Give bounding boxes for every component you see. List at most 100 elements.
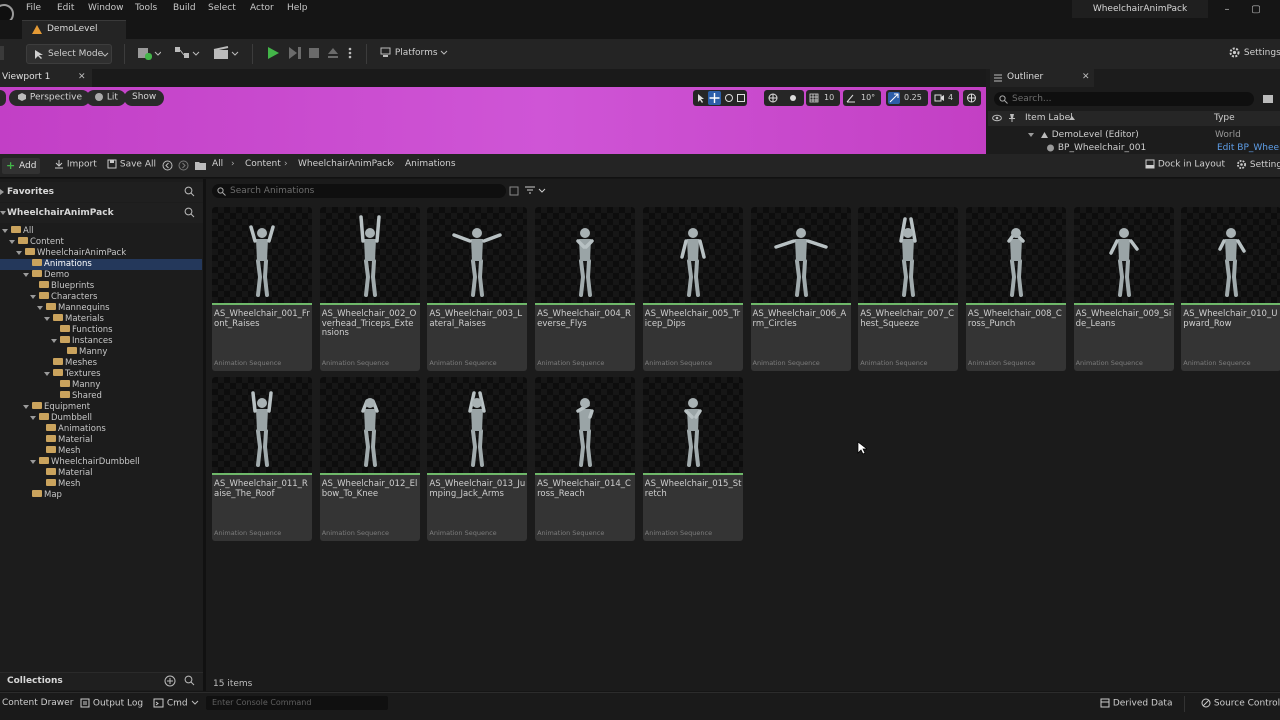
expand-icon[interactable] xyxy=(44,316,50,321)
more-options-icon[interactable] xyxy=(346,46,354,60)
perspective-button[interactable]: Perspective xyxy=(9,90,90,106)
expand-icon[interactable] xyxy=(37,305,43,310)
favorites-header[interactable]: Favorites xyxy=(0,182,204,202)
tree-item[interactable]: Manny xyxy=(0,380,202,391)
collections-header[interactable]: Collections xyxy=(0,672,204,690)
tree-item[interactable]: Content xyxy=(0,237,202,248)
console-command-input[interactable]: Enter Console Command xyxy=(206,696,388,710)
eye-icon[interactable] xyxy=(992,114,1002,122)
asset-card[interactable]: AS_Wheelchair_014_Cross_Reach Animation S… xyxy=(535,377,636,541)
expand-icon[interactable] xyxy=(30,415,36,420)
menu-help[interactable]: Help xyxy=(287,3,308,13)
search-icon[interactable] xyxy=(184,675,195,686)
search-icon[interactable] xyxy=(184,186,195,197)
outliner-col-label[interactable]: Item Label xyxy=(1025,113,1073,123)
asset-card[interactable]: AS_Wheelchair_001_Front_Raises Animation … xyxy=(212,207,312,371)
platforms-button[interactable]: Platforms xyxy=(380,47,448,58)
asset-card[interactable]: AS_Wheelchair_013_Jumping_Jack_Arms Anima… xyxy=(427,377,528,541)
tree-item[interactable]: Material xyxy=(0,435,202,446)
folder-icon[interactable] xyxy=(195,161,206,170)
tree-item[interactable]: Meshes xyxy=(0,358,202,369)
tree-item[interactable]: Textures xyxy=(0,369,202,380)
history-back-icon[interactable] xyxy=(162,160,173,171)
breadcrumb-animations[interactable]: Animations xyxy=(405,159,456,169)
breadcrumb-content[interactable]: Content xyxy=(245,159,281,169)
show-button[interactable]: Show xyxy=(124,90,165,106)
menu-select[interactable]: Select xyxy=(208,3,236,13)
maximize-icon[interactable]: ▢ xyxy=(1250,4,1262,16)
grid-snap-button[interactable]: 10 xyxy=(806,90,840,106)
tree-item[interactable]: All xyxy=(0,226,202,237)
add-button[interactable]: + Add xyxy=(2,158,40,174)
expand-icon[interactable] xyxy=(44,371,50,376)
search-icon[interactable] xyxy=(184,207,195,218)
tree-item[interactable]: Blueprints xyxy=(0,281,202,292)
asset-search-input[interactable]: Search Animations xyxy=(212,184,506,198)
expand-icon[interactable] xyxy=(2,228,8,233)
asset-card[interactable]: AS_Wheelchair_005_Tricep_Dips Animation S… xyxy=(642,207,743,371)
add-collection-icon[interactable] xyxy=(164,675,176,687)
select-tool-icon[interactable] xyxy=(696,93,706,103)
asset-card[interactable]: AS_Wheelchair_004_Reverse_Flys Animation … xyxy=(535,207,636,371)
viewport-tab[interactable]: Viewport 1 ✕ xyxy=(0,69,92,87)
save-icon[interactable] xyxy=(0,46,4,60)
tree-item[interactable]: Map xyxy=(0,490,202,501)
close-icon[interactable]: ✕ xyxy=(1082,72,1090,82)
pin-icon[interactable] xyxy=(1008,113,1016,123)
tree-item[interactable]: Dumbbell xyxy=(0,413,202,424)
tree-item[interactable]: Instances xyxy=(0,336,202,347)
camera-speed-button[interactable]: 4 xyxy=(931,90,959,106)
tree-item[interactable]: Manny xyxy=(0,347,202,358)
breadcrumb-pack[interactable]: WheelchairAnimPack xyxy=(298,159,392,169)
expand-icon[interactable] xyxy=(16,250,22,255)
dock-in-layout-button[interactable]: Dock in Layout xyxy=(1145,159,1225,170)
outliner-tab[interactable]: Outliner ✕ xyxy=(990,69,1094,87)
add-actor-icon[interactable] xyxy=(137,45,161,61)
pack-header[interactable]: WheelchairAnimPack xyxy=(0,203,204,223)
stop-icon[interactable] xyxy=(307,46,321,60)
tree-item[interactable]: Mesh xyxy=(0,446,202,457)
level-tab[interactable]: DemoLevel xyxy=(22,20,126,39)
derived-data-button[interactable]: Derived Data xyxy=(1100,698,1172,709)
history-forward-icon[interactable] xyxy=(178,160,189,171)
cmd-dropdown[interactable]: Cmd xyxy=(153,698,199,709)
tree-item[interactable]: Shared xyxy=(0,391,202,402)
tree-item[interactable]: Characters xyxy=(0,292,202,303)
add-folder-icon[interactable] xyxy=(1262,93,1274,104)
rotation-snap-button[interactable]: 10° xyxy=(843,90,881,106)
outliner-row[interactable]: DemoLevel (Editor) xyxy=(1028,130,1139,140)
tree-item[interactable]: Demo xyxy=(0,270,202,281)
save-all-button[interactable]: Save All xyxy=(107,159,156,170)
asset-card[interactable]: AS_Wheelchair_009_Side_Leans Animation Se… xyxy=(1073,207,1174,371)
settings-button[interactable]: Settings xyxy=(1228,46,1280,59)
import-button[interactable]: Import xyxy=(54,159,97,170)
asset-card[interactable]: AS_Wheelchair_006_Arm_Circles Animation S… xyxy=(750,207,851,371)
expand-icon[interactable] xyxy=(23,272,29,277)
source-control-button[interactable]: Source Control O xyxy=(1201,698,1280,709)
tree-item[interactable]: WheelchairAnimPack xyxy=(0,248,202,259)
scale-tool-icon[interactable] xyxy=(736,93,746,103)
menu-file[interactable]: File xyxy=(26,3,41,13)
asset-card[interactable]: AS_Wheelchair_010_Upward_Row Animation Se… xyxy=(1181,207,1280,371)
menu-window[interactable]: Window xyxy=(88,3,124,13)
tree-item[interactable]: WheelchairDumbbell xyxy=(0,457,202,468)
menu-build[interactable]: Build xyxy=(173,3,196,13)
asset-card[interactable]: AS_Wheelchair_003_Lateral_Raises Animatio… xyxy=(427,207,528,371)
tree-item[interactable]: Functions xyxy=(0,325,202,336)
minimize-icon[interactable]: – xyxy=(1221,4,1233,16)
filter-icon[interactable] xyxy=(524,185,546,197)
world-local-toggle[interactable] xyxy=(764,90,804,106)
breadcrumb-all[interactable]: All xyxy=(212,159,223,169)
outliner-col-type[interactable]: Type xyxy=(1214,113,1235,123)
tree-item[interactable]: Mesh xyxy=(0,479,202,490)
eject-icon[interactable] xyxy=(326,46,340,60)
play-icon[interactable] xyxy=(266,46,280,60)
scale-snap-button[interactable]: 0.25 xyxy=(886,90,928,106)
content-drawer-button[interactable]: Content Drawer xyxy=(2,698,73,708)
select-mode-dropdown[interactable]: Select Mode xyxy=(26,44,112,64)
expand-icon[interactable] xyxy=(30,459,36,464)
asset-card[interactable]: AS_Wheelchair_011_Raise_The_Roof Animatio… xyxy=(212,377,312,541)
tree-item[interactable]: Animations xyxy=(0,259,202,270)
menu-tools[interactable]: Tools xyxy=(135,3,157,13)
tree-item[interactable]: Equipment xyxy=(0,402,202,413)
